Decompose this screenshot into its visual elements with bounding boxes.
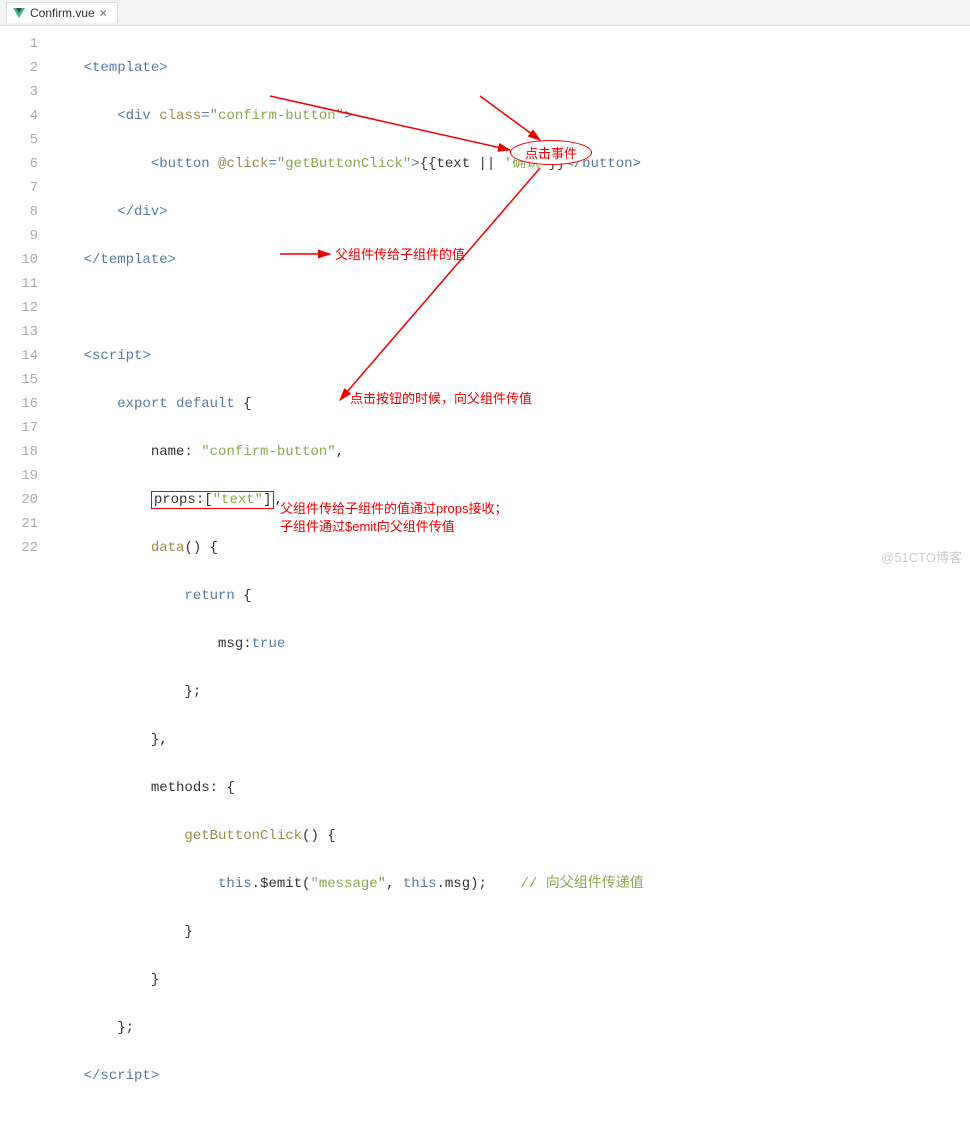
code-line: }, (50, 728, 970, 752)
code-line: <button @click="getButtonClick">{{text |… (50, 152, 970, 176)
code-line: return { (50, 584, 970, 608)
tab-bar: Confirm.vue × (0, 0, 970, 26)
code-line: } (50, 920, 970, 944)
code-line: <template> (50, 56, 970, 80)
vue-icon (13, 8, 25, 18)
code-line: getButtonClick() { (50, 824, 970, 848)
annotation-summary: 父组件传给子组件的值通过props接收； 子组件通过$emit向父组件传值 (280, 500, 508, 536)
code-line: <div class="confirm-button"> (50, 104, 970, 128)
code-line: }; (50, 1016, 970, 1040)
code-line: this.$emit("message", this.msg); // 向父组件… (50, 872, 970, 896)
code-line: </div> (50, 200, 970, 224)
file-tab[interactable]: Confirm.vue × (6, 2, 118, 23)
annotation-props: 父组件传给子组件的值 (335, 246, 465, 264)
close-icon[interactable]: × (100, 6, 107, 20)
code-line: </template> (50, 248, 970, 272)
code-line (50, 296, 970, 320)
props-highlight: props:["text"] (151, 491, 275, 509)
code-line: methods: { (50, 776, 970, 800)
code-line: data() { (50, 536, 970, 560)
code-area[interactable]: <template> <div class="confirm-button"> … (50, 26, 970, 570)
code-line: </script> (50, 1064, 970, 1088)
annotation-emit: 点击按钮的时候，向父组件传值 (350, 390, 532, 408)
code-editor[interactable]: 1234 5678 9101112 13141516 17181920 2122… (0, 26, 970, 570)
code-line: msg:true (50, 632, 970, 656)
watermark: @51CTO博客 (881, 547, 962, 566)
line-gutter: 1234 5678 9101112 13141516 17181920 2122 (0, 26, 50, 570)
code-line: name: "confirm-button", (50, 440, 970, 464)
tab-filename: Confirm.vue (30, 6, 95, 20)
code-line: }; (50, 680, 970, 704)
code-line: } (50, 968, 970, 992)
code-line: <script> (50, 344, 970, 368)
code-line: props:["text"], (50, 488, 970, 512)
annotation-oval-click-event: 点击事件 (510, 140, 592, 165)
